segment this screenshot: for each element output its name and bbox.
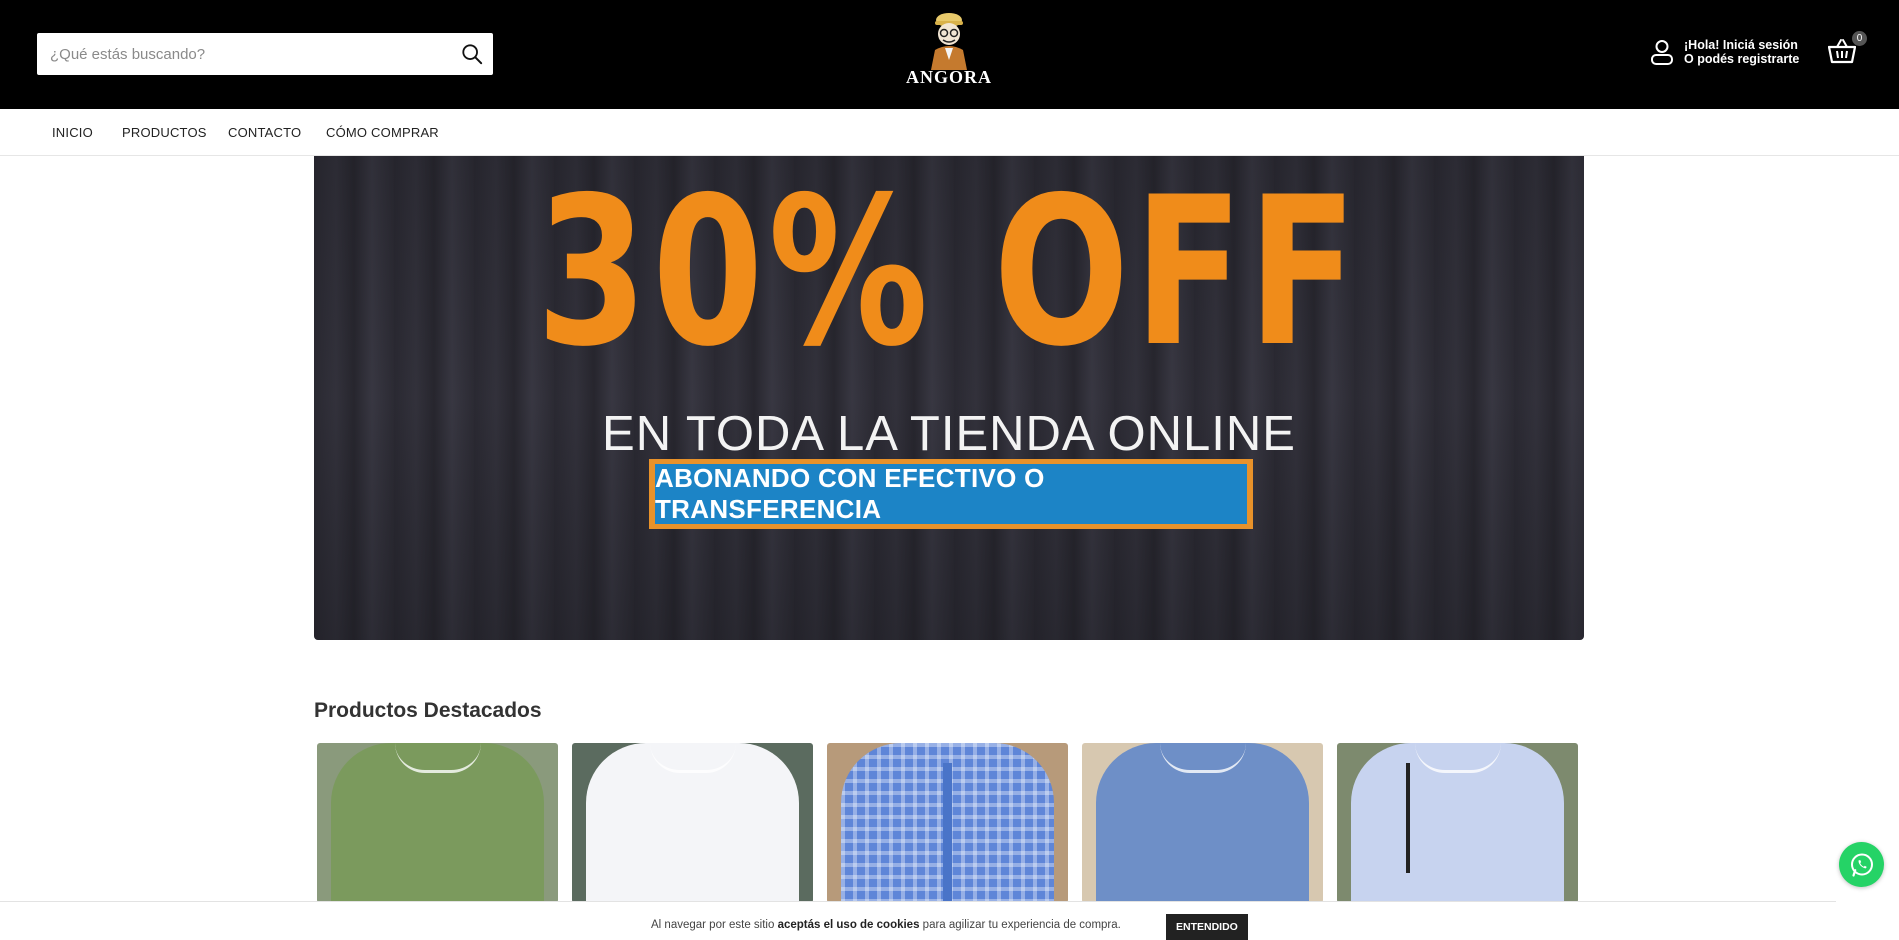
cart-count-badge: 0 [1852,31,1867,46]
promo-banner[interactable]: 30% OFF EN TODA LA TIENDA ONLINE ABONAND… [314,156,1584,640]
product-card-1[interactable] [317,743,558,903]
banner-subline: EN TODA LA TIENDA ONLINE [602,407,1296,461]
search-icon[interactable] [451,33,493,75]
logo-wordmark: ANGORA [906,67,992,87]
featured-products-title: Productos Destacados [314,699,542,722]
nav-item-productos[interactable]: PRODUCTOS [122,125,207,140]
banner-headline: 30% OFF [536,156,1362,392]
nav-item-como-comprar[interactable]: CÓMO COMPRAR [326,125,439,140]
product-card-2[interactable] [572,743,813,903]
mascot-logo-icon [931,13,967,70]
account-link[interactable]: ¡Hola! Iniciá sesión O podés registrarte [1650,38,1799,66]
product-card-5[interactable] [1337,743,1578,903]
cookie-text-prefix: Al navegar por este sitio [651,919,778,931]
basket-icon [1827,39,1857,64]
search-input[interactable] [37,33,451,75]
banner-strip: ABONANDO CON EFECTIVO O TRANSFERENCIA [649,459,1253,529]
cookie-bar: Al navegar por este sitio aceptás el uso… [0,901,1836,940]
register-text: O podés registrarte [1684,52,1800,66]
store-logo[interactable]: ANGORA [900,12,998,88]
header-bar: ANGORA ¡Hola! Iniciá sesión O podés regi… [0,0,1899,109]
whatsapp-icon [1850,853,1873,877]
search-box [37,33,493,75]
whatsapp-button[interactable] [1839,842,1884,887]
user-icon [1651,39,1673,65]
nav-item-inicio[interactable]: INICIO [52,125,93,140]
featured-products-grid [317,743,1583,903]
login-text: ¡Hola! Iniciá sesión [1684,38,1798,52]
shirt-zipper [1406,763,1410,873]
cart-button[interactable]: 0 [1827,31,1867,68]
product-card-3[interactable] [827,743,1068,903]
main-nav: INICIO PRODUCTOS CONTACTO CÓMO COMPRAR [0,109,1899,156]
cookie-message: Al navegar por este sitio aceptás el uso… [651,919,1121,931]
cookie-text-suffix: para agilizar tu experiencia de compra. [919,919,1121,931]
shirt-placket [943,763,952,903]
product-card-4[interactable] [1082,743,1323,903]
banner-strip-text: ABONANDO CON EFECTIVO O TRANSFERENCIA [655,463,1247,524]
cookie-text-bold: aceptás el uso de cookies [777,919,920,931]
cookie-accept-button[interactable]: ENTENDIDO [1166,914,1248,940]
nav-item-contacto[interactable]: CONTACTO [228,125,301,140]
